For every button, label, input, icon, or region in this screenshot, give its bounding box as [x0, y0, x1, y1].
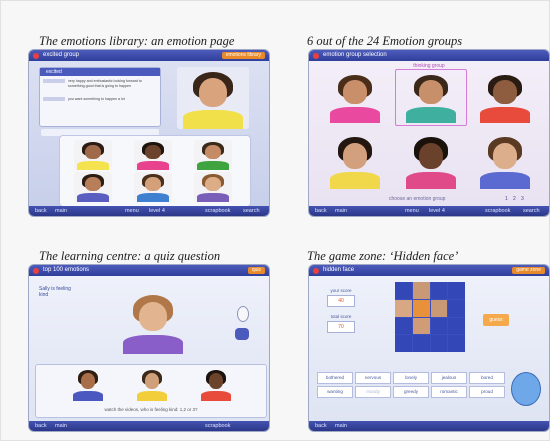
hidden-face-tiles[interactable] [395, 282, 465, 352]
panel4-titlebar: hidden face game zone [309, 265, 549, 276]
close-icon[interactable] [33, 267, 39, 274]
group-face[interactable] [401, 71, 461, 123]
face-thumb[interactable] [74, 140, 112, 170]
back-button[interactable]: back [315, 206, 327, 216]
panel1-title: excited group [43, 52, 80, 58]
play-icon[interactable] [237, 306, 249, 322]
close-icon[interactable] [313, 267, 319, 274]
word-option[interactable]: moody [355, 386, 391, 398]
word-option[interactable]: bored [469, 372, 505, 384]
group-face[interactable] [325, 133, 385, 189]
page-1-button[interactable]: 1 [505, 196, 508, 202]
panel2-footer: back main menu level 4 scrapbook search [309, 206, 549, 216]
emotion-title: excited [40, 68, 160, 76]
emotion-example: you want something to happen a lot [68, 97, 125, 101]
emotion-definition-card: excited very happy and enthusiastic look… [39, 67, 161, 127]
panel-quiz: top 100 emotions quiz Sally is feeling k… [28, 264, 270, 432]
page-3-button[interactable]: 3 [521, 196, 524, 202]
scrapbook-button[interactable]: scrapbook [485, 206, 510, 216]
quiz-question: Sally is feeling kind [39, 286, 71, 298]
guess-button[interactable]: guess [483, 314, 509, 326]
close-icon[interactable] [33, 52, 39, 59]
face-thumb[interactable] [134, 140, 172, 170]
scrapbook-button[interactable]: scrapbook [205, 421, 230, 431]
panel-hidden-face: hidden face game zone your score 40 tota… [308, 264, 550, 432]
quiz-instruction: watch the videos, who is feeling kind: 1… [104, 407, 198, 412]
word-option[interactable]: bothered [317, 372, 353, 384]
menu-button[interactable]: menu [125, 206, 139, 216]
menu-button[interactable]: menu [405, 206, 419, 216]
panel4-section-tab[interactable]: game zone [512, 267, 545, 274]
group-nav-bar: choose an emotion group 1 2 3 [309, 196, 549, 204]
panel1-titlebar: excited group emotions library [29, 50, 269, 61]
panel3-section-tab[interactable]: quiz [247, 267, 265, 274]
group-face[interactable] [325, 71, 385, 123]
score-value: 40 [327, 295, 355, 307]
main-button[interactable]: main [335, 206, 347, 216]
caption-learning-centre: The learning centre: a quiz question [39, 249, 221, 263]
scrapbook-button[interactable]: scrapbook [205, 206, 230, 216]
face-thumb[interactable] [194, 172, 232, 202]
word-option[interactable]: romantic [431, 386, 467, 398]
quiz-face-video [117, 290, 189, 354]
caption-emotions-library: The emotions library: an emotion page [39, 34, 235, 48]
featured-face-image [177, 67, 249, 129]
face-grid [59, 135, 251, 207]
panel3-footer: back main scrapbook [29, 421, 269, 431]
quiz-answers: watch the videos, who is feeling kind: 1… [35, 364, 267, 418]
panel-emotion-groups: emotion group selection thinking group c… [308, 49, 550, 217]
total-score-value: 70 [327, 321, 355, 333]
answer-2[interactable] [134, 367, 170, 401]
word-option[interactable]: greedy [393, 386, 429, 398]
group-face[interactable] [475, 133, 535, 189]
word-option[interactable]: nervous [355, 372, 391, 384]
mascot-icon [511, 372, 541, 406]
back-button[interactable]: back [35, 421, 47, 431]
panel4-footer: back main [309, 421, 549, 431]
face-thumb[interactable] [194, 140, 232, 170]
word-option[interactable]: jealous [431, 372, 467, 384]
back-button[interactable]: back [35, 206, 47, 216]
answer-1[interactable] [70, 367, 106, 401]
search-button[interactable]: search [243, 206, 260, 216]
speaker-icon[interactable] [235, 328, 249, 340]
main-button[interactable]: main [55, 421, 67, 431]
main-button[interactable]: main [335, 421, 347, 431]
answer-3[interactable] [198, 367, 234, 401]
face-thumb[interactable] [134, 172, 172, 202]
emotion-description: very happy and enthusiastic looking forw… [68, 79, 142, 88]
panel-emotion-page: excited group emotions library excited v… [28, 49, 270, 217]
choose-group-prompt: choose an emotion group [389, 196, 446, 202]
caption-emotion-groups: 6 out of the 24 Emotion groups [307, 34, 463, 48]
panel2-title: emotion group selection [323, 52, 387, 58]
panel1-section-tab[interactable]: emotions library [221, 52, 265, 59]
panel3-title: top 100 emotions [43, 267, 90, 273]
page-2-button[interactable]: 2 [513, 196, 516, 202]
word-option[interactable]: lonely [393, 372, 429, 384]
word-option[interactable]: proud [469, 386, 505, 398]
example-label [43, 97, 65, 101]
main-button[interactable]: main [55, 206, 67, 216]
close-icon[interactable] [313, 52, 319, 59]
face-thumb[interactable] [74, 172, 112, 202]
panel4-title: hidden face [323, 267, 355, 273]
total-score-label: total score [330, 314, 352, 319]
word-option[interactable]: wanting [317, 386, 353, 398]
group-face[interactable] [475, 71, 535, 123]
back-button[interactable]: back [315, 421, 327, 431]
panel2-titlebar: emotion group selection [309, 50, 549, 61]
score-label: your score [330, 288, 352, 293]
level-button[interactable]: level 4 [149, 206, 165, 216]
level-button[interactable]: level 4 [429, 206, 445, 216]
collage: The emotions library: an emotion page 6 … [0, 0, 550, 441]
panel1-footer: back main menu level 4 scrapbook search [29, 206, 269, 216]
search-button[interactable]: search [523, 206, 540, 216]
emotion-word-grid: bothered nervous lonely jealous bored wa… [317, 372, 505, 398]
panel3-titlebar: top 100 emotions quiz [29, 265, 269, 276]
group-face[interactable] [401, 133, 461, 189]
definition-label [43, 79, 65, 83]
caption-game-zone: The game zone: ‘Hidden face’ [307, 249, 459, 263]
